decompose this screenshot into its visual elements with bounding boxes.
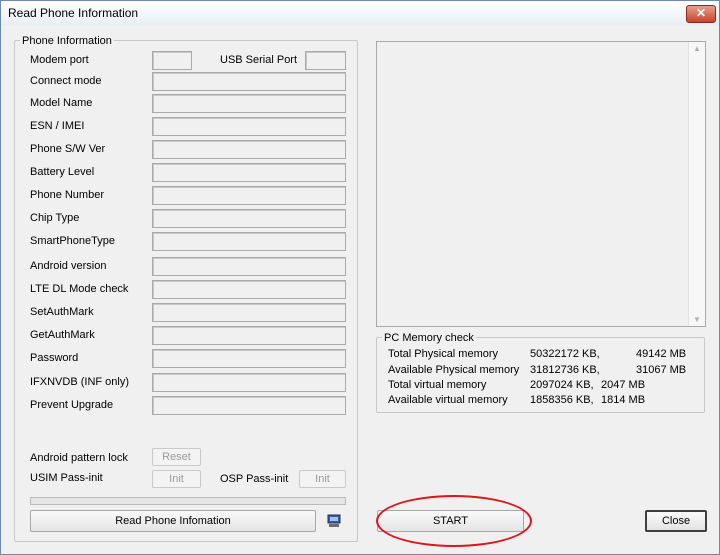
field-value-box (152, 396, 346, 415)
usim-pass-init-label: USIM Pass-init (30, 472, 103, 484)
field-value-box (152, 72, 346, 91)
field-label: Battery Level (30, 166, 95, 178)
field-value-box (152, 326, 346, 345)
field-value-box (152, 140, 346, 159)
memory-mb: 2047 MB (601, 379, 646, 391)
field-label: Android version (30, 260, 107, 272)
close-button[interactable]: Close (645, 510, 707, 532)
field-value-box (152, 257, 346, 276)
memory-mb: 49142 MB (636, 348, 687, 360)
window-title: Read Phone Information (8, 6, 139, 20)
scroll-down-icon[interactable]: ▼ (689, 315, 705, 324)
field-label: Connect mode (30, 75, 102, 87)
close-window-icon[interactable]: ✕ (686, 5, 716, 23)
field-label: IFXNVDB (INF only) (30, 376, 130, 388)
osp-init-button[interactable]: Init (299, 470, 346, 488)
field-label: GetAuthMark (30, 329, 95, 341)
field-label: Phone Number (30, 189, 104, 201)
title-bar: Read Phone Information ✕ (1, 1, 719, 25)
field-value-box (152, 303, 346, 322)
reset-button[interactable]: Reset (152, 448, 201, 466)
memory-label: Total virtual memory (388, 379, 487, 391)
field-label: LTE DL Mode check (30, 283, 129, 295)
field-label: Phone S/W Ver (30, 143, 106, 155)
usim-init-button[interactable]: Init (152, 470, 201, 488)
usb-serial-port-label: USB Serial Port (220, 54, 298, 66)
memory-label: Available virtual memory (388, 394, 508, 406)
memory-kb: 1858356 KB, (530, 394, 594, 406)
start-highlight-ellipse (376, 495, 532, 547)
field-label: SetAuthMark (30, 306, 94, 318)
field-value-box (152, 163, 346, 182)
field-label: Chip Type (30, 212, 80, 224)
memory-kb: 2097024 KB, (530, 379, 594, 391)
memory-label: Available Physical memory (388, 364, 520, 376)
osp-pass-init-label: OSP Pass-init (220, 473, 289, 485)
memory-kb: 31812736 KB, (530, 364, 600, 376)
memory-label: Total Physical memory (388, 348, 499, 360)
field-label: Password (30, 352, 79, 364)
field-value-box (152, 94, 346, 113)
field-value-box (152, 186, 346, 205)
field-label: Model Name (30, 97, 93, 109)
field-value-box (152, 280, 346, 299)
field-value-box (152, 232, 346, 251)
usb-serial-port-field (305, 51, 346, 70)
log-output-area[interactable]: ▲ ▼ (376, 41, 706, 327)
field-value-box (152, 349, 346, 368)
field-label: SmartPhoneType (30, 235, 115, 247)
read-phone-information-window: Read Phone Information ✕ Phone Informati… (0, 0, 720, 555)
scroll-up-icon[interactable]: ▲ (689, 44, 705, 53)
progress-bar (30, 497, 346, 505)
pc-memory-check-title: PC Memory check (382, 332, 476, 344)
memory-kb: 50322172 KB, (530, 348, 600, 360)
read-phone-information-button[interactable]: Read Phone Infomation (30, 510, 316, 532)
field-value-box (152, 373, 346, 392)
computer-icon (327, 514, 341, 527)
field-label: ESN / IMEI (30, 120, 85, 132)
log-scrollbar[interactable]: ▲ ▼ (688, 42, 705, 326)
field-value-box (152, 117, 346, 136)
field-value-box (152, 209, 346, 228)
modem-port-field (152, 51, 192, 70)
phone-information-group-title: Phone Information (20, 35, 114, 47)
android-pattern-lock-label: Android pattern lock (30, 452, 128, 464)
modem-port-label: Modem port (30, 54, 89, 66)
memory-mb: 1814 MB (601, 394, 646, 406)
memory-mb: 31067 MB (636, 364, 687, 376)
field-label: Prevent Upgrade (30, 399, 114, 411)
